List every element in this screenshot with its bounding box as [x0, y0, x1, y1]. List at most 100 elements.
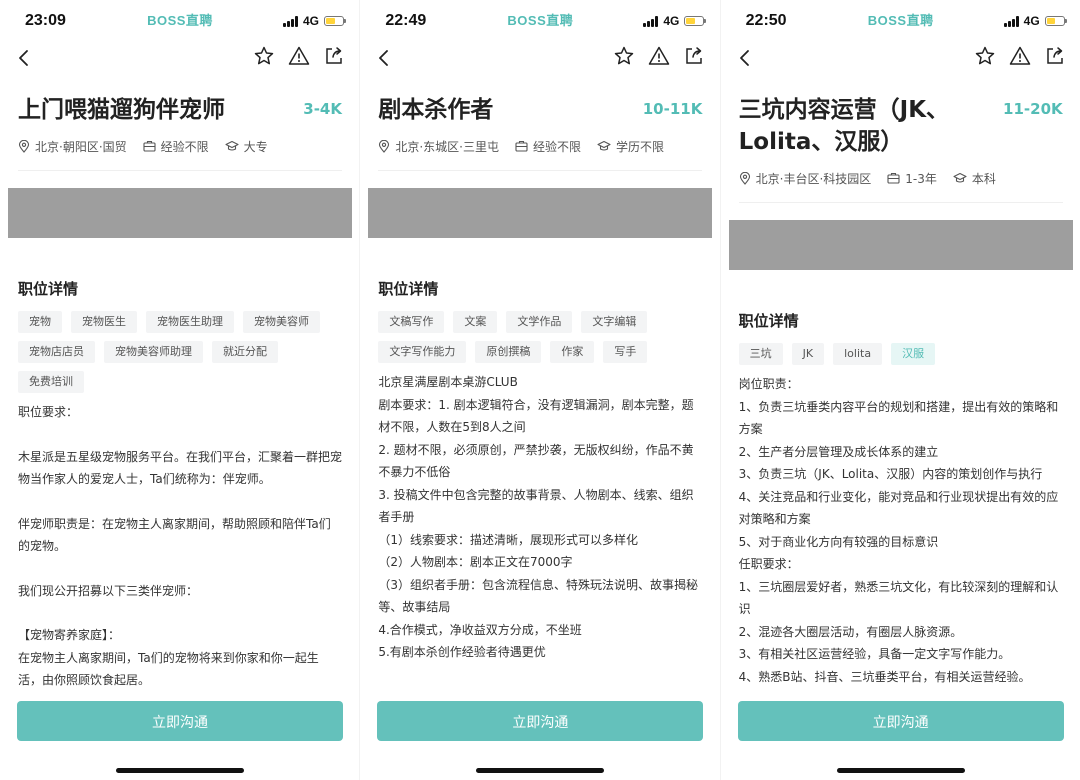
tag: 免费培训 — [18, 371, 84, 393]
warning-icon[interactable] — [288, 45, 310, 67]
desc-line: 3、负责三坑（JK、Lolita、汉服）内容的策划创作与执行 — [739, 463, 1063, 486]
divider — [18, 170, 342, 171]
salary: 3-4K — [303, 100, 342, 118]
tag: 就近分配 — [212, 341, 278, 363]
network-label: 4G — [663, 14, 679, 28]
tag-list: 文稿写作 文案 文学作品 文字编辑 文字写作能力 原创撰稿 作家 写手 — [360, 299, 719, 363]
salary: 10-11K — [643, 100, 703, 118]
star-icon[interactable] — [613, 45, 635, 67]
battery-icon — [1045, 16, 1065, 26]
signal-icon — [643, 16, 658, 27]
bottom-bar: 立即沟通 — [721, 690, 1080, 780]
status-bar: 22:49 BOSS直聘 4G — [360, 0, 719, 40]
tag: 汉服 — [891, 343, 935, 365]
warning-icon[interactable] — [1009, 45, 1031, 67]
home-indicator[interactable] — [837, 768, 965, 773]
tag: 宠物医生助理 — [146, 311, 234, 333]
experience: 1-3年 — [905, 170, 937, 187]
location: 北京·朝阳区·国贸 — [35, 138, 127, 155]
tag: 文案 — [453, 311, 497, 333]
education: 本科 — [972, 170, 996, 187]
redacted-banner — [368, 188, 712, 238]
redacted-banner — [8, 188, 352, 238]
desc-line: 【宠物寄养家庭】： — [18, 624, 342, 647]
tag: JK — [792, 343, 824, 365]
desc-line: 任职要求： — [739, 553, 1063, 576]
redacted-banner — [729, 220, 1073, 270]
desc-line: 3、有相关社区运营经验，具备一定文字写作能力。 — [739, 643, 1063, 666]
divider — [378, 170, 702, 171]
desc-line: 1、负责三坑垂类内容平台的规划和搭建，提出有效的策略和方案 — [739, 396, 1063, 441]
desc-line: 在宠物主人离家期间，Ta们的宠物将来到你家和你一起生活，由你照顾饮食起居。 — [18, 647, 342, 691]
location-pin-icon — [739, 172, 751, 185]
desc-line: 5、对于商业化方向有较强的目标意识 — [739, 531, 1063, 554]
chat-now-button[interactable]: 立即沟通 — [738, 701, 1064, 741]
chat-now-button[interactable]: 立即沟通 — [17, 701, 343, 741]
back-arrow-icon[interactable] — [374, 46, 396, 70]
desc-line: 5.有剧本杀创作经验者待遇更优 — [378, 641, 702, 664]
back-arrow-icon[interactable] — [14, 46, 36, 70]
tag: 宠物医生 — [71, 311, 137, 333]
job-description: 职位要求： 木星派是五星级宠物服务平台。在我们平台，汇聚着一群把宠物当作家人的爱… — [0, 393, 359, 690]
tag: 文稿写作 — [378, 311, 444, 333]
chat-now-button[interactable]: 立即沟通 — [377, 701, 703, 741]
share-icon[interactable] — [1044, 45, 1066, 67]
tag-list: 宠物 宠物医生 宠物医生助理 宠物美容师 宠物店店员 宠物美容师助理 就近分配 … — [0, 299, 359, 393]
home-indicator[interactable] — [116, 768, 244, 773]
home-indicator[interactable] — [476, 768, 604, 773]
tag-list: 三坑 JK lolita 汉服 — [721, 331, 1080, 365]
desc-line: 2、生产者分层管理及成长体系的建立 — [739, 441, 1063, 464]
location-pin-icon — [18, 140, 30, 153]
graduation-cap-icon — [225, 140, 239, 152]
screen-2: 22:49 BOSS直聘 4G 剧本杀作者 10-11K 北京·东城区·三里屯 — [359, 0, 719, 780]
location: 北京·东城区·三里屯 — [395, 138, 499, 155]
desc-line: 2. 题材不限，必须原创，严禁抄袭，无版权纠纷，作品不黄不暴力不低俗 — [378, 439, 702, 484]
battery-icon — [324, 16, 344, 26]
job-meta: 北京·东城区·三里屯 经验不限 学历不限 — [360, 126, 719, 158]
desc-line: （1）线索要求：描述清晰，展现形式可以多样化 — [378, 529, 702, 552]
desc-line: 岗位职责： — [739, 373, 1063, 396]
network-label: 4G — [303, 14, 319, 28]
salary: 11-20K — [1003, 100, 1063, 118]
status-indicators: 4G — [643, 14, 704, 28]
desc-line: 2、混迹各大圈层活动，有圈层人脉资源。 — [739, 621, 1063, 644]
tag: 写手 — [603, 341, 647, 363]
status-indicators: 4G — [283, 14, 344, 28]
star-icon[interactable] — [974, 45, 996, 67]
tag: 文学作品 — [506, 311, 572, 333]
desc-line: 4.合作模式，净收益双方分成，不坐班 — [378, 619, 702, 642]
desc-line: 木星派是五星级宠物服务平台。在我们平台，汇聚着一群把宠物当作家人的爱宠人士，Ta… — [18, 446, 342, 491]
nav-bar — [721, 40, 1080, 76]
desc-line: 职位要求： — [18, 401, 342, 424]
tag: 原创撰稿 — [475, 341, 541, 363]
desc-line: 1、三坑圈层爱好者，熟悉三坑文化，有比较深刻的理解和认识 — [739, 576, 1063, 621]
tag: lolita — [833, 343, 882, 365]
star-icon[interactable] — [253, 45, 275, 67]
share-icon[interactable] — [683, 45, 705, 67]
tag: 文字写作能力 — [378, 341, 466, 363]
briefcase-icon — [887, 172, 900, 184]
tag: 作家 — [550, 341, 594, 363]
tag: 宠物店店员 — [18, 341, 95, 363]
desc-line: 北京星满屋剧本桌游CLUB — [378, 371, 702, 394]
nav-bar — [360, 40, 719, 76]
desc-line: 4、熟悉B站、抖音、三坑垂类平台，有相关运营经验。 — [739, 666, 1063, 689]
back-arrow-icon[interactable] — [735, 46, 757, 70]
job-detail: 三坑内容运营（JK、Lolita、汉服） 11-20K 北京·丰台区·科技园区 … — [721, 76, 1080, 690]
status-bar: 22:50 BOSS直聘 4G — [721, 0, 1080, 40]
divider — [739, 202, 1063, 203]
experience: 经验不限 — [533, 138, 581, 155]
desc-line: 剧本要求：1. 剧本逻辑符合，没有逻辑漏洞，剧本完整，题材不限，人数在5到8人之… — [378, 394, 702, 439]
desc-line: 伴宠师职责是：在宠物主人离家期间，帮助照顾和陪伴Ta们的宠物。 — [18, 513, 342, 558]
experience: 经验不限 — [161, 138, 209, 155]
job-detail: 上门喂猫遛狗伴宠师 3-4K 北京·朝阳区·国贸 经验不限 大专 职位详情 宠物… — [0, 76, 359, 690]
location: 北京·丰台区·科技园区 — [756, 170, 872, 187]
network-label: 4G — [1024, 14, 1040, 28]
warning-icon[interactable] — [648, 45, 670, 67]
share-icon[interactable] — [323, 45, 345, 67]
job-meta: 北京·丰台区·科技园区 1-3年 本科 — [721, 158, 1080, 190]
job-title: 剧本杀作者 — [378, 94, 493, 126]
tag: 宠物美容师 — [243, 311, 320, 333]
nav-bar — [0, 40, 359, 76]
education: 学历不限 — [616, 138, 664, 155]
